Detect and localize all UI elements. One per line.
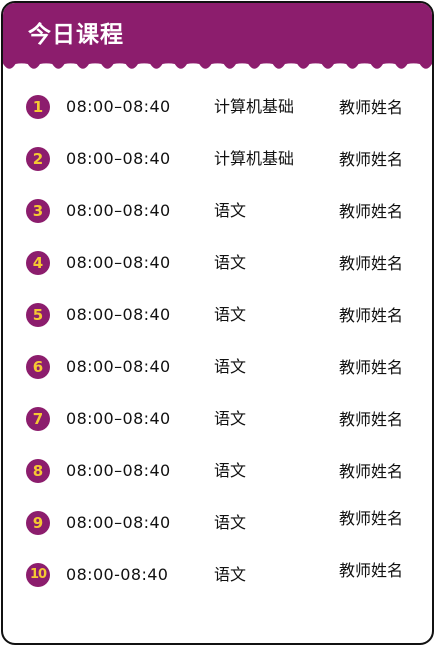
row-teacher: 教师姓名: [339, 410, 404, 429]
list-item[interactable]: 10 08:00-08:40 语文 教师姓名: [3, 555, 432, 595]
list-item[interactable]: 1 08:00–08:40 计算机基础 教师姓名: [3, 87, 432, 127]
list-item[interactable]: 6 08:00–08:40 语文 教师姓名: [3, 347, 432, 387]
list-item[interactable]: 5 08:00–08:40 语文 教师姓名: [3, 295, 432, 335]
row-time: 08:00-08:40: [66, 565, 169, 584]
row-time: 08:00–08:40: [66, 305, 171, 324]
row-subject: 语文: [214, 357, 247, 376]
row-number-badge: 9: [26, 511, 50, 535]
list-item[interactable]: 7 08:00–08:40 语文 教师姓名: [3, 399, 432, 439]
row-teacher: 教师姓名: [339, 358, 404, 377]
page-title: 今日课程: [28, 22, 124, 48]
row-teacher: 教师姓名: [339, 98, 404, 117]
row-subject: 计算机基础: [214, 97, 295, 116]
row-number-badge: 2: [26, 147, 50, 171]
row-subject: 语文: [214, 305, 247, 324]
row-number-badge: 8: [26, 459, 50, 483]
row-time: 08:00–08:40: [66, 97, 171, 116]
row-time: 08:00–08:40: [66, 253, 171, 272]
row-subject: 语文: [214, 409, 247, 428]
row-subject: 语文: [214, 513, 247, 532]
row-subject: 语文: [214, 253, 247, 272]
row-teacher: 教师姓名: [339, 561, 404, 580]
row-number-badge: 1: [26, 95, 50, 119]
list-item[interactable]: 3 08:00–08:40 语文 教师姓名: [3, 191, 432, 231]
row-teacher: 教师姓名: [339, 202, 404, 221]
row-number-badge: 3: [26, 199, 50, 223]
row-teacher: 教师姓名: [339, 254, 404, 273]
row-number-badge: 5: [26, 303, 50, 327]
list-item[interactable]: 9 08:00–08:40 语文 教师姓名: [3, 503, 432, 543]
list-item[interactable]: 4 08:00–08:40 语文 教师姓名: [3, 243, 432, 283]
row-number-badge: 4: [26, 251, 50, 275]
course-card: 今日课程 1 08:00–08:40 计算机基础 教师姓名 2 08:00–08…: [1, 1, 434, 645]
list-item[interactable]: 2 08:00–08:40 计算机基础 教师姓名: [3, 139, 432, 179]
row-subject: 计算机基础: [214, 149, 295, 168]
row-time: 08:00–08:40: [66, 201, 171, 220]
row-teacher: 教师姓名: [339, 306, 404, 325]
row-subject: 语文: [214, 565, 247, 584]
row-number-badge: 6: [26, 355, 50, 379]
row-number-badge: 10: [26, 563, 50, 587]
row-teacher: 教师姓名: [339, 509, 404, 528]
row-time: 08:00–08:40: [66, 409, 171, 428]
row-subject: 语文: [214, 461, 247, 480]
row-teacher: 教师姓名: [339, 462, 404, 481]
row-time: 08:00–08:40: [66, 513, 171, 532]
row-time: 08:00–08:40: [66, 461, 171, 480]
row-number-badge: 7: [26, 407, 50, 431]
list-item[interactable]: 8 08:00–08:40 语文 教师姓名: [3, 451, 432, 491]
row-teacher: 教师姓名: [339, 150, 404, 169]
card-header: 今日课程: [3, 3, 432, 75]
row-time: 08:00–08:40: [66, 357, 171, 376]
row-subject: 语文: [214, 201, 247, 220]
row-time: 08:00–08:40: [66, 149, 171, 168]
